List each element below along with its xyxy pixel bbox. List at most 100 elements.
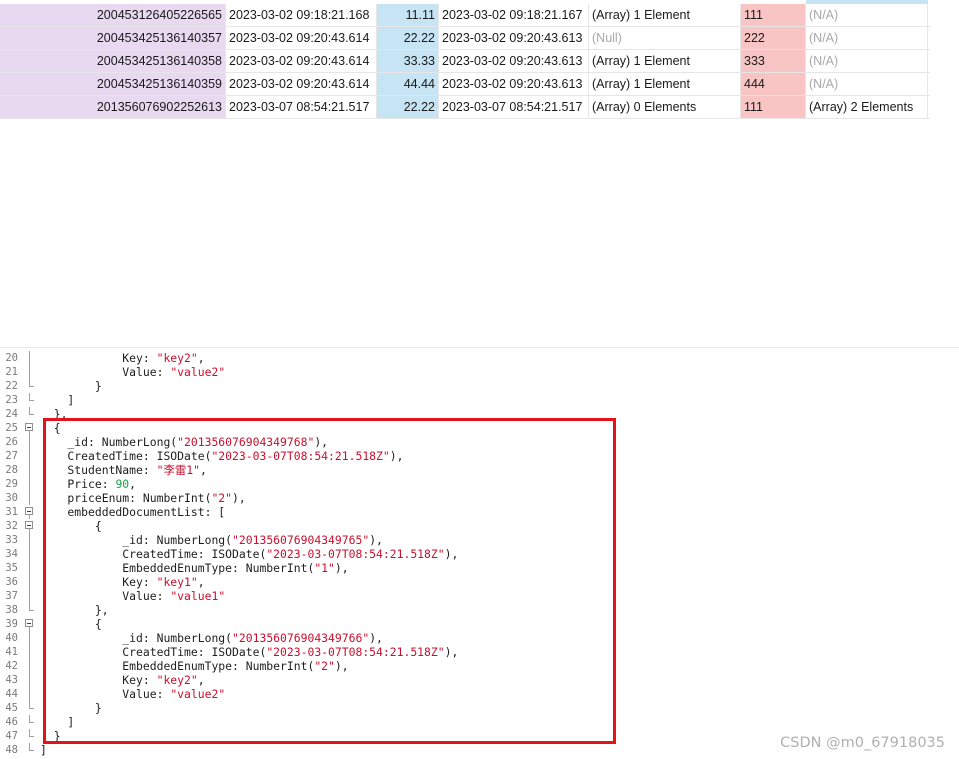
code-line[interactable]: ] bbox=[40, 743, 458, 757]
fold-toggle-icon[interactable] bbox=[23, 505, 37, 519]
minus-box-icon[interactable] bbox=[25, 507, 33, 515]
line-number: 35 bbox=[5, 562, 18, 574]
fold-guide bbox=[23, 645, 37, 659]
cell-created-time[interactable]: 2023-03-07 08:54:21.517 bbox=[226, 96, 377, 118]
cell-id[interactable]: 200453425136140357 bbox=[0, 27, 226, 49]
fold-toggle-icon[interactable] bbox=[23, 519, 37, 533]
cell-price[interactable]: 22.22 bbox=[377, 96, 439, 118]
fold-guide bbox=[23, 729, 37, 743]
code-line[interactable]: Value: "value2" bbox=[40, 365, 458, 379]
fold-guide bbox=[23, 393, 37, 407]
fold-guide bbox=[23, 659, 37, 673]
fold-guide bbox=[23, 533, 37, 547]
line-number: 23 bbox=[5, 394, 18, 406]
cell-array[interactable]: (Array) 1 Element bbox=[589, 73, 741, 95]
code-line[interactable]: } bbox=[40, 379, 458, 393]
fold-guide-line bbox=[29, 561, 30, 575]
fold-guide bbox=[23, 743, 37, 757]
line-number: 41 bbox=[5, 646, 18, 658]
fold-guide bbox=[23, 477, 37, 491]
line-number: 44 bbox=[5, 688, 18, 700]
watermark: CSDN @m0_67918035 bbox=[780, 735, 945, 751]
table-row[interactable]: 200453425136140357 2023-03-02 09:20:43.61… bbox=[0, 27, 930, 50]
fold-guide-line bbox=[29, 631, 30, 645]
line-number: 30 bbox=[5, 492, 18, 504]
line-number: 24 bbox=[5, 408, 18, 420]
cell-id[interactable]: 200453425136140359 bbox=[0, 73, 226, 95]
code-text: } bbox=[40, 379, 102, 393]
cell-created-time[interactable]: 2023-03-02 09:20:43.614 bbox=[226, 50, 377, 72]
line-number: 21 bbox=[5, 366, 18, 378]
code-line[interactable]: ] bbox=[40, 393, 458, 407]
cell-array[interactable]: (Null) bbox=[589, 27, 741, 49]
code-text: , bbox=[197, 351, 205, 365]
fold-guide bbox=[23, 715, 37, 729]
table-row[interactable]: 200453425136140359 2023-03-02 09:20:43.61… bbox=[0, 73, 930, 96]
fold-end-tick bbox=[29, 708, 34, 709]
cell-price[interactable]: 33.33 bbox=[377, 50, 439, 72]
cell-created-time-2[interactable]: 2023-03-02 09:20:43.613 bbox=[439, 73, 589, 95]
cell-created-time-2[interactable]: 2023-03-07 08:54:21.517 bbox=[439, 96, 589, 118]
fold-guide-line bbox=[29, 645, 30, 659]
cell-embedded-list[interactable]: (N/A) bbox=[806, 50, 928, 72]
cell-created-time[interactable]: 2023-03-02 09:20:43.614 bbox=[226, 73, 377, 95]
minus-box-icon[interactable] bbox=[25, 423, 33, 431]
fold-guide bbox=[23, 673, 37, 687]
fold-guide bbox=[23, 407, 37, 421]
line-number: 34 bbox=[5, 548, 18, 560]
cell-array[interactable]: (Array) 0 Elements bbox=[589, 96, 741, 118]
cell-array[interactable]: (Array) 1 Element bbox=[589, 4, 741, 26]
code-text: ] bbox=[40, 393, 75, 407]
fold-end-tick bbox=[29, 610, 34, 611]
cell-enum[interactable]: 222 bbox=[741, 27, 806, 49]
line-number: 47 bbox=[5, 730, 18, 742]
cell-enum[interactable]: 333 bbox=[741, 50, 806, 72]
fold-toggle-icon[interactable] bbox=[23, 617, 37, 631]
fold-guide bbox=[23, 575, 37, 589]
cell-id[interactable]: 201356076902252613 bbox=[0, 96, 226, 118]
fold-guide-line bbox=[29, 589, 30, 603]
fold-end-tick bbox=[29, 400, 34, 401]
table-row[interactable]: 201356076902252613 2023-03-07 08:54:21.51… bbox=[0, 96, 930, 119]
line-number: 32 bbox=[5, 520, 18, 532]
fold-toggle-icon[interactable] bbox=[23, 421, 37, 435]
minus-box-icon[interactable] bbox=[25, 619, 33, 627]
result-grid: 200453126405226565 2023-03-02 09:18:21.16… bbox=[0, 0, 930, 119]
cell-price[interactable]: 11.11 bbox=[377, 4, 439, 26]
string-literal: "key2" bbox=[156, 351, 198, 365]
string-literal: "value2" bbox=[170, 365, 226, 379]
fold-end-tick bbox=[29, 736, 34, 737]
cell-embedded-list[interactable]: (Array) 2 Elements bbox=[806, 96, 928, 118]
cell-created-time[interactable]: 2023-03-02 09:20:43.614 bbox=[226, 27, 377, 49]
cell-embedded-list[interactable]: (N/A) bbox=[806, 4, 928, 26]
fold-guide bbox=[23, 365, 37, 379]
table-row[interactable]: 200453126405226565 2023-03-02 09:18:21.16… bbox=[0, 4, 930, 27]
cell-enum[interactable]: 111 bbox=[741, 4, 806, 26]
cell-enum[interactable]: 111 bbox=[741, 96, 806, 118]
cell-created-time-2[interactable]: 2023-03-02 09:20:43.613 bbox=[439, 50, 589, 72]
cell-price[interactable]: 22.22 bbox=[377, 27, 439, 49]
cell-embedded-list[interactable]: (N/A) bbox=[806, 73, 928, 95]
fold-guide-line bbox=[29, 533, 30, 547]
cell-created-time-2[interactable]: 2023-03-02 09:18:21.167 bbox=[439, 4, 589, 26]
cell-created-time[interactable]: 2023-03-02 09:18:21.168 bbox=[226, 4, 377, 26]
cell-enum[interactable]: 444 bbox=[741, 73, 806, 95]
cell-array[interactable]: (Array) 1 Element bbox=[589, 50, 741, 72]
grid-rows: 200453126405226565 2023-03-02 09:18:21.16… bbox=[0, 4, 930, 119]
table-row[interactable]: 200453425136140358 2023-03-02 09:20:43.61… bbox=[0, 50, 930, 73]
cell-id[interactable]: 200453425136140358 bbox=[0, 50, 226, 72]
cell-created-time-2[interactable]: 2023-03-02 09:20:43.613 bbox=[439, 27, 589, 49]
cell-id[interactable]: 200453126405226565 bbox=[0, 4, 226, 26]
line-number: 25 bbox=[5, 422, 18, 434]
cell-embedded-list[interactable]: (N/A) bbox=[806, 27, 928, 49]
line-number: 46 bbox=[5, 716, 18, 728]
cell-price[interactable]: 44.44 bbox=[377, 73, 439, 95]
fold-guide bbox=[23, 589, 37, 603]
code-text: Key: bbox=[40, 351, 157, 365]
fold-end-tick bbox=[29, 414, 34, 415]
code-line[interactable]: Key: "key2", bbox=[40, 351, 458, 365]
line-number: 22 bbox=[5, 380, 18, 392]
fold-guide-line bbox=[29, 491, 30, 505]
line-number: 31 bbox=[5, 506, 18, 518]
minus-box-icon[interactable] bbox=[25, 521, 33, 529]
